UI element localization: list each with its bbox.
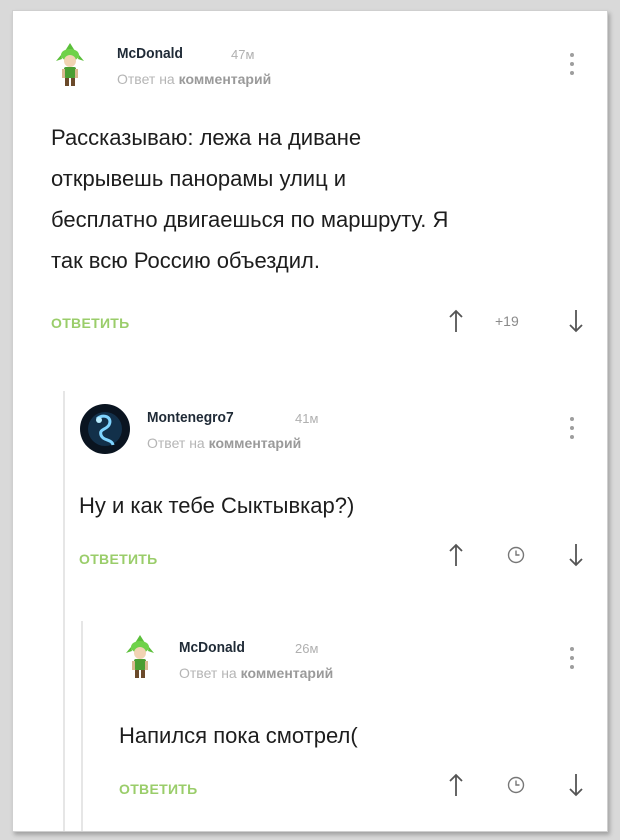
thread-line-level-1 [63,391,65,831]
reply-to-line: Ответ на комментарий [179,665,333,681]
downvote-arrow-icon[interactable] [569,543,583,567]
comment-line: Ну и как тебе Сыктывкар?) [79,493,355,518]
clock-icon [507,546,525,564]
timestamp: 26м [295,641,319,656]
vote-score: +19 [495,313,519,329]
comment-text: Напился пока смотрел( [119,715,579,756]
timestamp: 41м [295,411,319,426]
reply-target-link[interactable]: комментарий [241,665,334,681]
timestamp: 47м [231,47,255,62]
avatar[interactable] [79,403,130,454]
downvote-arrow-icon[interactable] [569,309,583,333]
comments-frame: McDonald 47м Ответ на комментарий Расска… [12,10,608,832]
reply-button[interactable]: ОТВЕТИТЬ [119,781,198,797]
kebab-menu-icon[interactable] [569,53,575,79]
comment-line: так всю Россию объездил. [51,248,320,273]
upvote-arrow-icon[interactable] [449,773,463,797]
comment-line: открывешь панорамы улиц и [51,166,347,191]
upvote-arrow-icon[interactable] [449,543,463,567]
reply-to-line: Ответ на комментарий [147,435,301,451]
thread-line-level-2 [81,621,83,831]
username[interactable]: McDonald [179,639,245,656]
downvote-arrow-icon[interactable] [569,773,583,797]
comment-line: Рассказываю: лежа на диване [51,125,362,150]
kebab-menu-icon[interactable] [569,417,575,443]
username[interactable]: McDonald [117,45,183,62]
reply-target-link[interactable]: комментарий [179,71,272,87]
reply-button[interactable]: ОТВЕТИТЬ [79,551,158,567]
reply-to-line: Ответ на комментарий [117,71,271,87]
kebab-menu-icon[interactable] [569,647,575,673]
reply-target-link[interactable]: комментарий [209,435,302,451]
avatar[interactable] [123,633,173,683]
clock-icon [507,776,525,794]
reply-prefix: Ответ на [147,435,205,451]
reply-button[interactable]: ОТВЕТИТЬ [51,315,130,331]
reply-prefix: Ответ на [117,71,175,87]
comment-text: Ну и как тебе Сыктывкар?) [79,485,579,526]
upvote-arrow-icon[interactable] [449,309,463,333]
avatar[interactable] [53,41,103,91]
reply-prefix: Ответ на [179,665,237,681]
username[interactable]: Montenegro7 [147,409,234,426]
comment-line: бесплатно двигаешься по маршруту. Я [51,207,449,232]
comment-text: Рассказываю: лежа на диване открывешь па… [51,117,591,281]
comment-line: Напился пока смотрел( [119,723,358,748]
